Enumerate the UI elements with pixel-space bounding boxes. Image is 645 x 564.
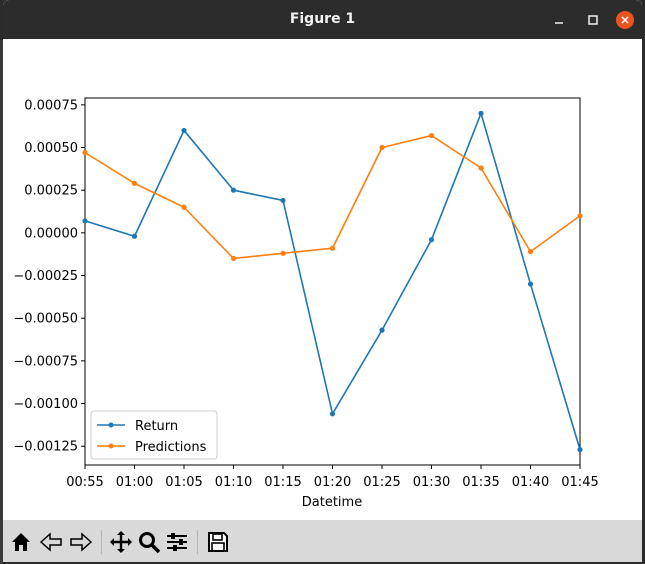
data-point-return — [280, 197, 286, 204]
data-point-return — [329, 411, 336, 417]
maximize-button[interactable] — [582, 9, 604, 31]
data-point-predictions — [280, 250, 286, 256]
data-point-return — [82, 218, 88, 224]
x-tick-label: 01:15 — [264, 475, 301, 490]
x-axis: 00:55 01:00 01:05 01:10 01:15 01:20 01:25 01:30… — [66, 465, 599, 490]
maximize-icon — [588, 15, 598, 25]
forward-icon — [70, 532, 93, 552]
pan-icon — [110, 531, 132, 553]
legend: Return Predictions — [90, 410, 218, 460]
data-point-return — [230, 187, 237, 193]
y-tick-label: 0.00000 — [24, 226, 78, 241]
data-point-return — [131, 233, 138, 239]
save-icon — [208, 532, 228, 552]
x-tick-label: 01:35 — [462, 475, 499, 490]
pan-button[interactable] — [107, 528, 135, 556]
y-tick-label: 0.00050 — [24, 141, 78, 156]
data-point-predictions — [181, 204, 187, 210]
configure-subplots-icon — [167, 533, 187, 551]
x-tick-label: 01:20 — [314, 475, 351, 490]
data-point-predictions — [329, 245, 336, 251]
legend-predictions-label: Predictions — [135, 440, 207, 455]
x-axis-label: Datetime — [302, 495, 362, 510]
legend-predictions-marker — [108, 443, 114, 449]
toolbar-divider — [197, 530, 198, 554]
configure-subplots-button[interactable] — [163, 528, 191, 556]
data-point-return — [379, 327, 385, 333]
data-point-predictions — [577, 213, 583, 219]
data-point-return — [478, 110, 484, 116]
data-point-return — [577, 447, 583, 453]
legend-return-marker — [108, 422, 114, 428]
home-button[interactable] — [7, 528, 35, 556]
x-tick-label: 01:25 — [363, 475, 400, 490]
y-tick-label: −0.00050 — [13, 312, 78, 327]
home-icon — [12, 533, 30, 551]
data-point-predictions — [379, 144, 385, 151]
minimize-button[interactable] — [548, 9, 570, 31]
data-point-predictions — [428, 132, 435, 139]
minimize-icon — [555, 22, 563, 24]
x-tick-label: 01:00 — [116, 475, 153, 490]
y-tick-label: −0.00125 — [13, 440, 78, 455]
series-group — [82, 110, 583, 453]
navigation-toolbar — [3, 520, 642, 562]
x-tick-label: 00:55 — [66, 475, 103, 490]
data-point-predictions — [527, 249, 534, 255]
y-axis: 0.00075 0.00050 0.00025 0.00000 −0.00025 −0.0… — [13, 98, 85, 455]
window-title: Figure 1 — [289, 11, 356, 27]
close-icon — [621, 16, 629, 24]
data-point-return — [527, 281, 534, 287]
y-tick-label: 0.00025 — [24, 184, 78, 199]
data-point-predictions — [478, 165, 484, 171]
line-chart: 0.00075 0.00050 0.00025 0.00000 −0.00025 −0.0… — [13, 97, 599, 510]
y-tick-label: −0.00075 — [13, 354, 78, 369]
y-tick-label: −0.00100 — [13, 397, 78, 412]
y-tick-label: −0.00025 — [13, 269, 78, 284]
title-bar[interactable]: Figure 1 — [3, 0, 642, 39]
close-button[interactable] — [614, 9, 636, 31]
legend-return-label: Return — [135, 419, 178, 434]
forward-button[interactable] — [67, 528, 95, 556]
zoom-button[interactable] — [135, 528, 163, 556]
data-point-predictions — [230, 255, 237, 262]
data-point-return — [181, 127, 187, 134]
back-button[interactable] — [37, 528, 65, 556]
zoom-icon — [139, 532, 161, 554]
x-tick-label: 01:45 — [561, 475, 598, 490]
figure-window: Figure 1 0.00075 0.00050 0.00025 0.00000 −0.… — [3, 0, 642, 562]
back-icon — [39, 532, 62, 552]
data-point-predictions — [82, 150, 88, 156]
y-tick-label: 0.00075 — [24, 98, 78, 113]
data-point-return — [428, 237, 435, 243]
x-tick-label: 01:05 — [165, 475, 202, 490]
plot-canvas[interactable]: 0.00075 0.00050 0.00025 0.00000 −0.00025 −0.0… — [3, 39, 642, 520]
close-circle — [616, 11, 634, 29]
series-line-return — [84, 112, 581, 450]
x-tick-label: 01:40 — [512, 475, 549, 490]
save-button[interactable] — [204, 528, 232, 556]
x-tick-label: 01:10 — [215, 475, 252, 490]
data-point-predictions — [131, 180, 138, 186]
toolbar-divider — [101, 530, 102, 554]
axes-frame — [84, 97, 581, 466]
x-tick-label: 01:30 — [413, 475, 450, 490]
